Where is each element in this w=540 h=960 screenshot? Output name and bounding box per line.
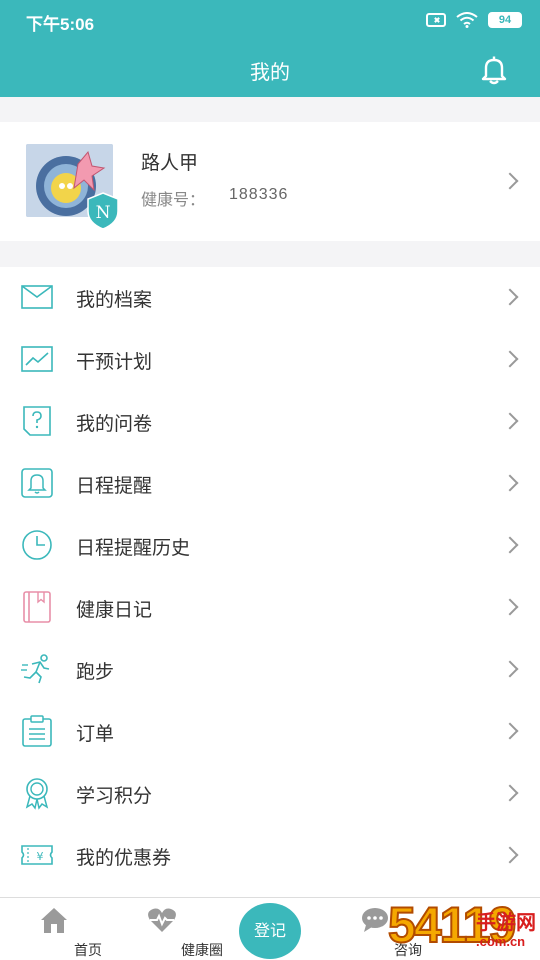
envelope-icon (21, 285, 53, 309)
chevron-right-icon (501, 474, 519, 492)
chevron-right-icon (501, 846, 519, 864)
verified-shield-icon: N (87, 192, 119, 230)
chevron-right-icon (501, 598, 519, 616)
user-name: 路人甲 (141, 152, 199, 174)
svg-text:¥: ¥ (37, 850, 44, 863)
heartbeat-icon (148, 908, 176, 932)
chevron-right-icon (501, 350, 519, 368)
badge-letter: N (96, 203, 111, 223)
chat-icon (362, 908, 388, 932)
tab-home[interactable]: 首页 (20, 898, 102, 960)
chevron-right-icon (501, 412, 519, 430)
trend-chart-icon (21, 346, 53, 372)
chevron-right-icon (501, 536, 519, 554)
menu-item-coupons[interactable]: ¥ 我的优惠券 (0, 825, 540, 887)
tab-label: 健康圈 (181, 943, 223, 959)
menu-label: 学习积分 (76, 785, 153, 807)
menu-item-plan[interactable]: 干预计划 (0, 329, 540, 391)
menu-label: 干预计划 (76, 351, 153, 373)
clock-icon (22, 530, 52, 560)
menu-item-questionnaire[interactable]: 我的问卷 (0, 391, 540, 453)
profile-card[interactable]: N 路人甲 健康号： 188336 (0, 122, 540, 241)
chevron-right-icon (501, 784, 519, 802)
battery-indicator: 94 (488, 12, 522, 28)
menu-label: 日程提醒历史 (76, 537, 191, 559)
health-id-value: 188336 (229, 186, 289, 203)
question-icon (23, 406, 51, 436)
tab-label: 首页 (74, 943, 102, 959)
menu-label: 我的优惠券 (76, 847, 172, 869)
chevron-right-icon (501, 660, 519, 678)
menu-label: 我的问卷 (76, 413, 153, 435)
menu-label: 订单 (76, 723, 115, 745)
menu-item-diary[interactable]: 健康日记 (0, 577, 540, 639)
tab-health-circle[interactable]: 健康圈 (122, 898, 223, 960)
menu-item-schedule-history[interactable]: 日程提醒历史 (0, 515, 540, 577)
status-icons: 94 (426, 11, 522, 29)
menu-item-points[interactable]: 学习积分 (0, 763, 540, 825)
menu-item-orders[interactable]: 订单 (0, 701, 540, 763)
notification-bell-icon[interactable] (478, 54, 510, 86)
watermark-domain: .com.cn (476, 934, 526, 949)
order-icon (22, 715, 52, 747)
menu-item-schedule[interactable]: 日程提醒 (0, 453, 540, 515)
menu-label: 我的档案 (76, 289, 153, 311)
bell-icon (21, 468, 53, 498)
watermark-text: 手游网 (476, 910, 536, 934)
menu-item-archive[interactable]: 我的档案 (0, 267, 540, 329)
menu-list: 我的档案 干预计划 我的问卷 日程提醒 日程提醒历史 健康日记 跑步 订单 学习… (0, 267, 540, 897)
menu-label: 健康日记 (76, 599, 153, 621)
menu-label: 日程提醒 (76, 475, 153, 497)
menu-item-running[interactable]: 跑步 (0, 639, 540, 701)
status-time: 下午5:06 (26, 15, 95, 34)
top-header: 下午5:06 94 我的 (0, 0, 540, 97)
chevron-right-icon (501, 722, 519, 740)
no-sim-icon (426, 13, 446, 27)
home-icon (41, 908, 67, 933)
runner-icon (21, 654, 50, 684)
chevron-right-icon (501, 172, 519, 190)
page-title: 我的 (250, 60, 290, 84)
wifi-icon (456, 12, 478, 28)
award-icon (25, 778, 49, 810)
coupon-icon: ¥ (21, 845, 53, 865)
chevron-right-icon (501, 288, 519, 306)
diary-icon (23, 591, 51, 623)
health-id-label: 健康号： (141, 190, 206, 209)
status-bar: 下午5:06 94 (0, 0, 540, 38)
watermark-logo: 54119 手游网 .com.cn (387, 896, 540, 960)
menu-label: 跑步 (76, 661, 115, 683)
register-button[interactable]: 登记 (239, 903, 301, 959)
